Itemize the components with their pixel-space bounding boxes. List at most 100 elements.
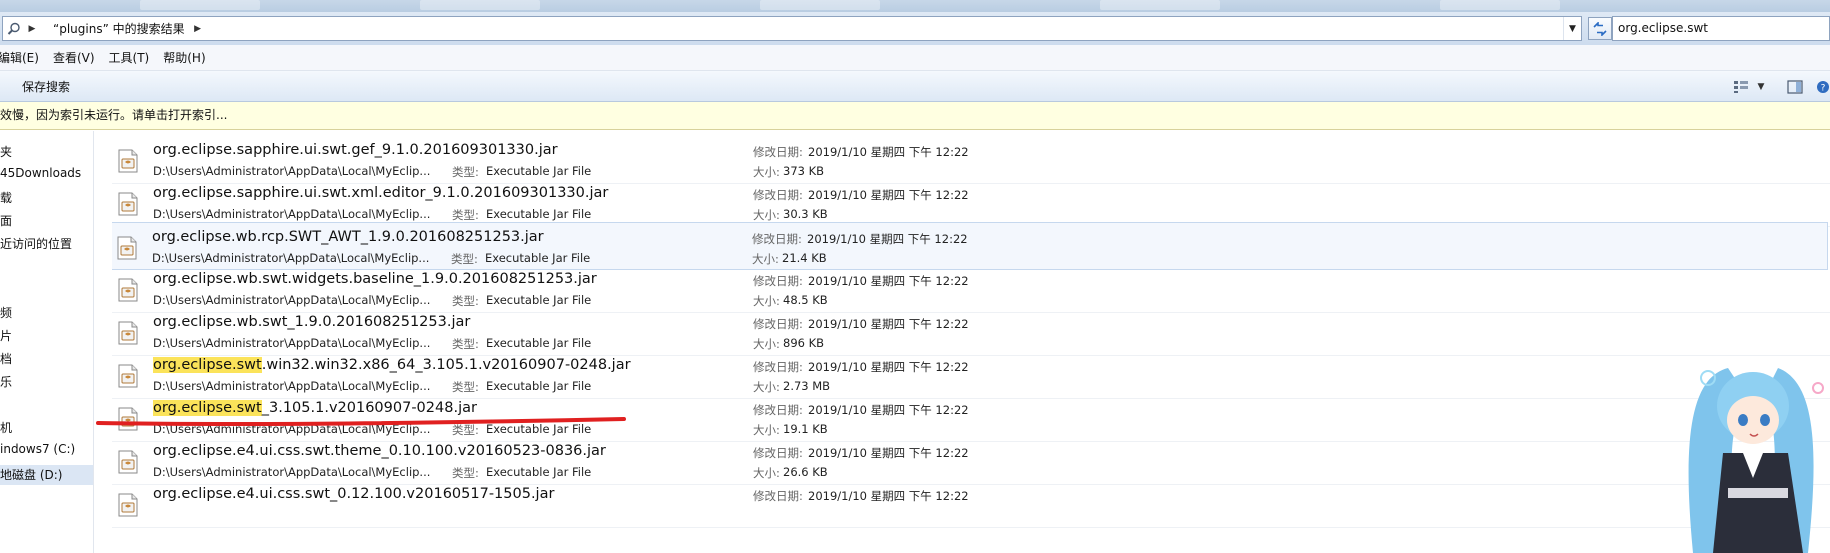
- result-row[interactable]: org.eclipse.e4.ui.css.swt.theme_0.10.100…: [112, 437, 1830, 485]
- title-strip: [0, 0, 1830, 12]
- size-label: 大小:: [753, 208, 780, 222]
- menu-view[interactable]: 查看(V): [46, 49, 102, 66]
- file-name[interactable]: org.eclipse.wb.swt.widgets.baseline_1.9.…: [153, 271, 597, 287]
- file-size: 896 KB: [783, 336, 825, 350]
- modified-date: 2019/1/10 星期四 下午 12:22: [808, 360, 969, 374]
- modified-date: 2019/1/10 星期四 下午 12:22: [808, 317, 969, 331]
- file-path: D:\Users\Administrator\AppData\Local\MyE…: [153, 293, 431, 307]
- type-label: 类型:: [452, 337, 479, 351]
- size-label: 大小:: [753, 294, 780, 308]
- file-name-text: org.eclipse.wb.swt_1.9.0.201608251253.ja…: [153, 314, 471, 330]
- file-name-text: org.eclipse.sapphire.ui.swt.gef_9.1.0.20…: [153, 142, 558, 158]
- search-input[interactable]: org.eclipse.swt: [1612, 16, 1830, 41]
- jar-file-icon: [116, 149, 140, 173]
- file-size: 373 KB: [783, 164, 825, 178]
- file-path: D:\Users\Administrator\AppData\Local\MyE…: [153, 207, 431, 221]
- result-row[interactable]: org.eclipse.sapphire.ui.swt.gef_9.1.0.20…: [112, 136, 1830, 184]
- file-size: 48.5 KB: [783, 293, 828, 307]
- address-bar: ▶ “plugins” 中的搜索结果 ▶ ▼ org.eclipse.swt: [0, 12, 1830, 45]
- file-type: Executable Jar File: [486, 164, 592, 178]
- menu-tools[interactable]: 工具(T): [102, 49, 157, 66]
- jar-file-icon: [115, 236, 139, 260]
- modified-date: 2019/1/10 星期四 下午 12:22: [808, 145, 969, 159]
- nav-item[interactable]: 近访问的位置: [0, 235, 72, 252]
- nav-item[interactable]: 载: [0, 189, 12, 206]
- result-row[interactable]: org.eclipse.e4.ui.css.swt_0.12.100.v2016…: [112, 480, 1830, 528]
- date-label: 修改日期:: [753, 274, 803, 288]
- address-dropdown-icon[interactable]: ▼: [1563, 17, 1581, 40]
- blurred-tab: [1100, 0, 1220, 10]
- blurred-tab: [420, 0, 540, 10]
- svg-text:?: ?: [1821, 84, 1826, 94]
- file-path: D:\Users\Administrator\AppData\Local\MyE…: [153, 164, 431, 178]
- file-name[interactable]: org.eclipse.e4.ui.css.swt.theme_0.10.100…: [153, 443, 606, 459]
- result-row[interactable]: org.eclipse.wb.rcp.SWT_AWT_1.9.0.2016082…: [112, 222, 1828, 270]
- preview-pane-icon[interactable]: [1786, 78, 1804, 96]
- nav-item[interactable]: 片: [0, 327, 12, 344]
- date-label: 修改日期:: [753, 403, 803, 417]
- nav-item[interactable]: 频: [0, 304, 12, 321]
- file-size: 2.73 MB: [783, 379, 831, 393]
- file-type: Executable Jar File: [486, 207, 592, 221]
- view-options-icon[interactable]: [1732, 78, 1750, 96]
- size-label: 大小:: [753, 165, 780, 179]
- file-name-text: org.eclipse.e4.ui.css.swt_0.12.100.v2016…: [153, 486, 555, 502]
- file-name[interactable]: org.eclipse.e4.ui.css.swt_0.12.100.v2016…: [153, 486, 554, 502]
- nav-item[interactable]: 45Downloads: [0, 166, 81, 180]
- file-name-text: org.eclipse.wb.rcp.SWT_AWT_1.9.0.2016082…: [152, 229, 544, 245]
- file-name[interactable]: org.eclipse.swt.win32.win32.x86_64_3.105…: [153, 357, 631, 373]
- type-label: 类型:: [452, 208, 479, 222]
- type-label: 类型:: [452, 294, 479, 308]
- modified-date: 2019/1/10 星期四 下午 12:22: [807, 232, 968, 246]
- file-path: D:\Users\Administrator\AppData\Local\MyE…: [153, 465, 431, 479]
- type-label: 类型:: [452, 380, 479, 394]
- file-size: 21.4 KB: [782, 251, 827, 265]
- modified-date: 2019/1/10 星期四 下午 12:22: [808, 188, 969, 202]
- nav-item[interactable]: 夹: [0, 143, 12, 160]
- red-underline-annotation: [96, 417, 626, 426]
- type-label: 类型:: [452, 165, 479, 179]
- nav-item[interactable]: 档: [0, 350, 12, 367]
- modified-date: 2019/1/10 星期四 下午 12:22: [808, 403, 969, 417]
- result-row[interactable]: org.eclipse.wb.swt.widgets.baseline_1.9.…: [112, 265, 1830, 313]
- nav-item-selected[interactable]: 地磁盘 (D:): [0, 465, 93, 485]
- result-row[interactable]: org.eclipse.swt.win32.win32.x86_64_3.105…: [112, 351, 1830, 399]
- help-icon[interactable]: ?: [1816, 78, 1830, 96]
- file-type: Executable Jar File: [486, 379, 592, 393]
- file-type: Executable Jar File: [486, 465, 592, 479]
- file-path: D:\Users\Administrator\AppData\Local\MyE…: [152, 251, 430, 265]
- nav-item[interactable]: 机: [0, 419, 12, 436]
- breadcrumb-arrow-icon[interactable]: ▶: [25, 24, 39, 34]
- menu-help[interactable]: 帮助(H): [156, 49, 212, 66]
- date-label: 修改日期:: [753, 188, 803, 202]
- result-row[interactable]: org.eclipse.sapphire.ui.swt.xml.editor_9…: [112, 179, 1830, 227]
- jar-file-icon: [116, 321, 140, 345]
- jar-file-icon: [116, 450, 140, 474]
- nav-item[interactable]: 面: [0, 212, 12, 229]
- file-name[interactable]: org.eclipse.sapphire.ui.swt.gef_9.1.0.20…: [153, 142, 558, 158]
- menu-edit[interactable]: 编辑(E): [0, 49, 46, 66]
- date-label: 修改日期:: [753, 360, 803, 374]
- file-name-rest: .win32.win32.x86_64_3.105.1.v20160907-02…: [261, 357, 631, 373]
- blurred-tab: [1440, 0, 1560, 10]
- jar-file-icon: [116, 278, 140, 302]
- file-type: Executable Jar File: [486, 336, 592, 350]
- file-name[interactable]: org.eclipse.wb.rcp.SWT_AWT_1.9.0.2016082…: [152, 229, 544, 245]
- save-search-button[interactable]: 保存搜索: [22, 78, 70, 95]
- nav-item[interactable]: indows7 (C:): [0, 442, 75, 456]
- refresh-button[interactable]: [1588, 17, 1612, 40]
- file-name[interactable]: org.eclipse.sapphire.ui.swt.xml.editor_9…: [153, 185, 608, 201]
- index-info-bar[interactable]: 效慢，因为索引未运行。请单击打开索引...: [0, 102, 1830, 130]
- view-dropdown-icon[interactable]: ▼: [1754, 78, 1768, 96]
- result-row[interactable]: org.eclipse.wb.swt_1.9.0.201608251253.ja…: [112, 308, 1830, 356]
- date-label: 修改日期:: [753, 489, 803, 503]
- blurred-tab: [140, 0, 260, 10]
- breadcrumb-arrow-icon[interactable]: ▶: [191, 24, 205, 34]
- address-field[interactable]: ▶ “plugins” 中的搜索结果 ▶ ▼: [2, 16, 1582, 41]
- file-name[interactable]: org.eclipse.wb.swt_1.9.0.201608251253.ja…: [153, 314, 470, 330]
- blurred-tab: [760, 0, 880, 10]
- breadcrumb-search-results[interactable]: “plugins” 中的搜索结果: [39, 20, 191, 37]
- search-results-list: org.eclipse.sapphire.ui.swt.gef_9.1.0.20…: [112, 136, 1830, 553]
- jar-file-icon: [116, 192, 140, 216]
- nav-item[interactable]: 乐: [0, 373, 12, 390]
